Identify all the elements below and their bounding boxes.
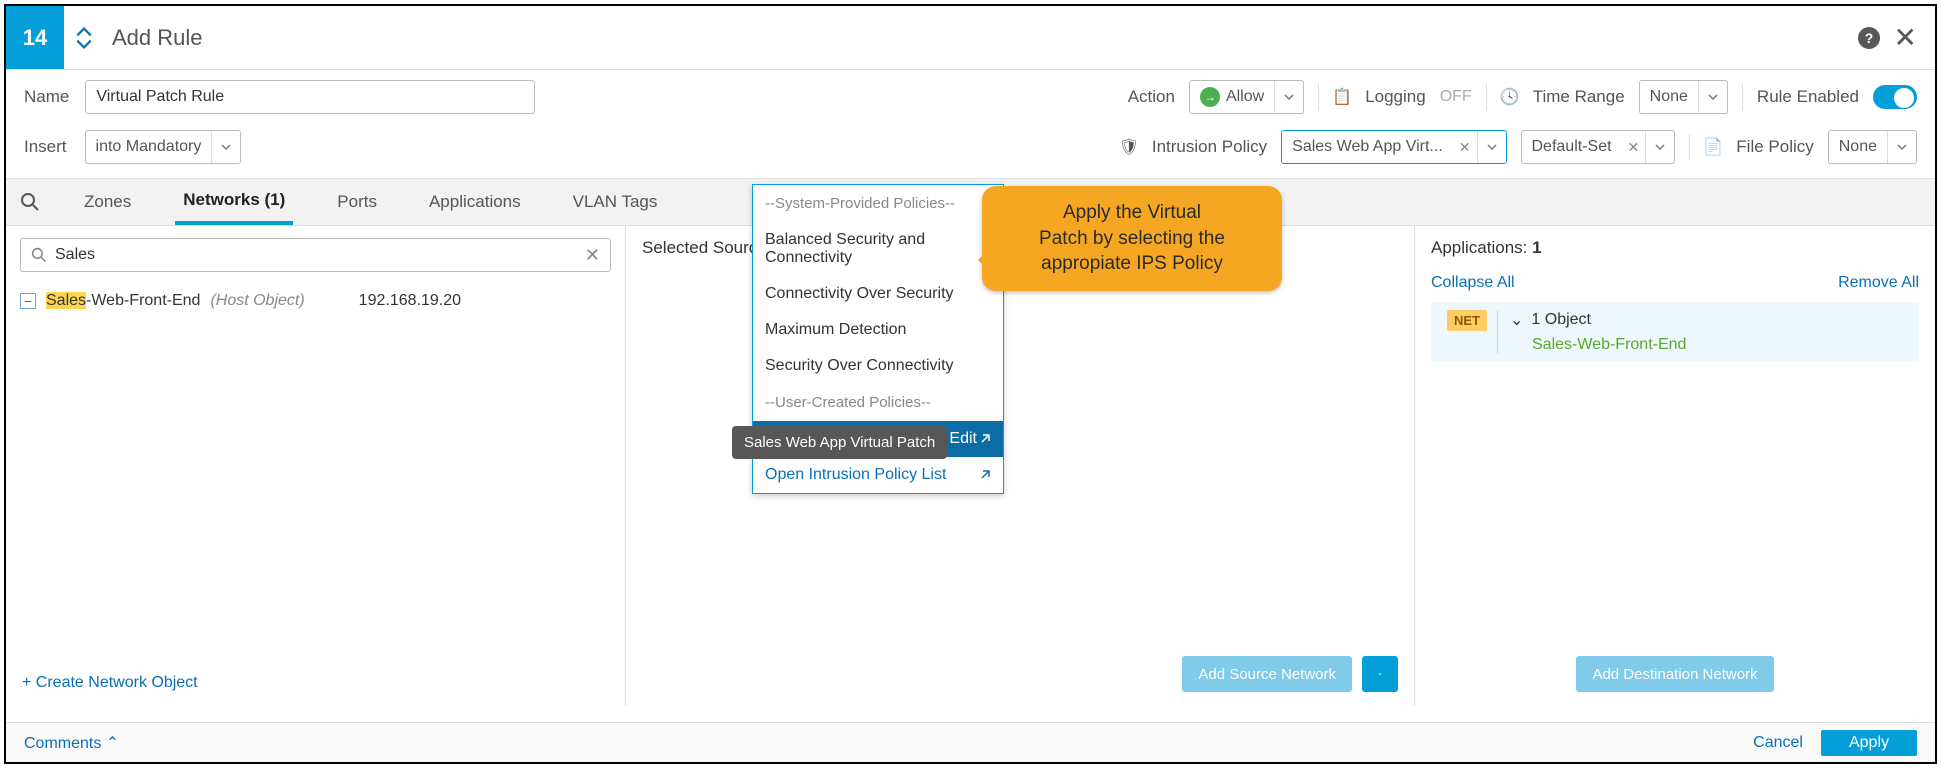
- chevron-up-icon[interactable]: [75, 26, 93, 38]
- chevron-down-icon[interactable]: [1698, 81, 1727, 113]
- object-type: (Host Object): [210, 292, 304, 310]
- name-input[interactable]: [85, 80, 535, 114]
- network-object-row[interactable]: − Sales-Web-Front-End (Host Object) 192.…: [6, 284, 625, 318]
- help-icon[interactable]: ?: [1858, 27, 1880, 49]
- logging-status: OFF: [1440, 88, 1472, 106]
- insert-label: Insert: [24, 137, 67, 157]
- file-policy-icon: 📄: [1704, 138, 1722, 156]
- collapse-icon[interactable]: −: [20, 293, 36, 309]
- chevron-down-icon[interactable]: [211, 131, 240, 163]
- search-icon[interactable]: [20, 192, 40, 212]
- annotation-callout: Apply the Virtual Patch by selecting the…: [982, 186, 1282, 291]
- menu-item-open-policy-list[interactable]: Open Intrusion Policy List: [753, 457, 1003, 493]
- intrusion-policy-label: Intrusion Policy: [1152, 137, 1267, 157]
- tab-zones[interactable]: Zones: [76, 179, 139, 225]
- action-value: Allow: [1226, 88, 1264, 106]
- file-policy-value: None: [1829, 138, 1887, 156]
- form-row-1: Name Action Allow 📋 Logging OFF 🕓 Time R…: [6, 70, 1935, 124]
- object-search-input[interactable]: ✕: [20, 238, 611, 272]
- action-dropdown[interactable]: Allow: [1189, 80, 1304, 114]
- destination-group-row: NET ⌄ 1 Object Sales-Web-Front-End: [1431, 302, 1919, 362]
- form-row-2: Insert into Mandatory 🛡 Intrusion Policy…: [6, 124, 1935, 178]
- menu-item-connectivity[interactable]: Connectivity Over Security: [753, 276, 1003, 312]
- object-count: 1 Object: [1531, 311, 1591, 329]
- external-link-icon: [979, 433, 991, 445]
- dialog-title: Add Rule: [112, 25, 203, 51]
- dialog-title-bar: 14 Add Rule ? ✕: [6, 6, 1935, 70]
- svg-text:?: ?: [1864, 30, 1873, 46]
- chevron-down-icon[interactable]: [1477, 131, 1506, 163]
- add-rule-dialog: 14 Add Rule ? ✕ Name Action Allow 📋 Logg…: [4, 4, 1937, 764]
- available-networks-panel: ✕ − Sales-Web-Front-End (Host Object) 19…: [6, 226, 626, 706]
- logging-label: Logging: [1365, 87, 1426, 107]
- file-policy-label: File Policy: [1736, 137, 1813, 157]
- time-range-label: Time Range: [1533, 87, 1625, 107]
- chevron-down-icon[interactable]: [75, 38, 93, 50]
- destinations-header: Applications: 1: [1415, 226, 1935, 270]
- search-text[interactable]: [55, 246, 577, 264]
- variable-set-value: Default-Set: [1522, 138, 1622, 156]
- collapse-all-link[interactable]: Collapse All: [1431, 274, 1515, 292]
- intrusion-policy-value: Sales Web App Virt...: [1282, 138, 1453, 156]
- allow-icon: [1200, 87, 1220, 107]
- clear-search-icon[interactable]: ✕: [585, 245, 600, 266]
- chevron-down-icon[interactable]: ⌄: [1510, 310, 1523, 330]
- chevron-down-icon[interactable]: [1887, 131, 1916, 163]
- dialog-footer: Comments ⌃ Cancel Apply: [6, 722, 1935, 762]
- create-network-object-link[interactable]: + Create Network Object: [22, 674, 198, 692]
- object-name: Sales-Web-Front-End: [46, 292, 200, 310]
- menu-item-security[interactable]: Security Over Connectivity: [753, 348, 1003, 384]
- remove-all-link[interactable]: Remove All: [1838, 274, 1919, 292]
- tab-vlan-tags[interactable]: VLAN Tags: [565, 179, 666, 225]
- name-label: Name: [24, 87, 69, 107]
- selected-sources-panel: Selected Sources: 0 Add Source Network: [626, 226, 1415, 706]
- tab-applications[interactable]: Applications: [421, 179, 529, 225]
- apply-button[interactable]: Apply: [1821, 730, 1917, 756]
- object-ip: 192.168.19.20: [359, 292, 461, 310]
- tab-ports[interactable]: Ports: [329, 179, 385, 225]
- insert-dropdown[interactable]: into Mandatory: [85, 130, 242, 164]
- menu-item-tooltip: Sales Web App Virtual Patch: [732, 426, 947, 459]
- time-range-icon: 🕓: [1501, 88, 1519, 106]
- file-policy-dropdown[interactable]: None: [1828, 130, 1917, 164]
- net-badge: NET: [1447, 310, 1487, 331]
- time-range-dropdown[interactable]: None: [1639, 80, 1728, 114]
- tab-networks[interactable]: Networks (1): [175, 179, 293, 225]
- close-icon[interactable]: ✕: [1894, 21, 1917, 54]
- logging-icon: 📋: [1333, 88, 1351, 106]
- shield-icon: 🛡: [1120, 138, 1138, 156]
- rule-number-spinner[interactable]: [64, 26, 104, 50]
- menu-item-max-detection[interactable]: Maximum Detection: [753, 312, 1003, 348]
- clear-icon[interactable]: ✕: [1453, 139, 1477, 156]
- menu-group-user: --User-Created Policies--: [753, 384, 1003, 421]
- chevron-down-icon[interactable]: [1274, 81, 1303, 113]
- clear-icon[interactable]: ✕: [1622, 139, 1646, 156]
- variable-set-dropdown[interactable]: Default-Set ✕: [1521, 130, 1676, 164]
- intrusion-policy-dropdown[interactable]: Sales Web App Virt... ✕: [1281, 130, 1506, 164]
- insert-value: into Mandatory: [86, 138, 212, 156]
- add-destination-network-button[interactable]: Add Destination Network: [1576, 656, 1773, 692]
- rule-enabled-label: Rule Enabled: [1757, 87, 1859, 107]
- comments-toggle[interactable]: Comments ⌃: [24, 733, 119, 753]
- add-source-network-button[interactable]: Add Source Network: [1182, 656, 1352, 692]
- external-link-icon: [979, 469, 991, 481]
- time-range-value: None: [1640, 88, 1698, 106]
- chevron-down-icon[interactable]: [1645, 131, 1674, 163]
- destination-object-name[interactable]: Sales-Web-Front-End: [1510, 336, 1686, 354]
- cancel-button[interactable]: Cancel: [1753, 734, 1803, 752]
- search-icon: [31, 247, 47, 263]
- selected-destinations-panel: Applications: 1 Collapse All Remove All …: [1415, 226, 1935, 706]
- rule-number-badge: 14: [6, 6, 64, 69]
- menu-group-system: --System-Provided Policies--: [753, 185, 1003, 222]
- action-label: Action: [1128, 87, 1175, 107]
- add-source-dropdown-button[interactable]: [1362, 656, 1398, 692]
- rule-enabled-toggle[interactable]: [1873, 85, 1917, 109]
